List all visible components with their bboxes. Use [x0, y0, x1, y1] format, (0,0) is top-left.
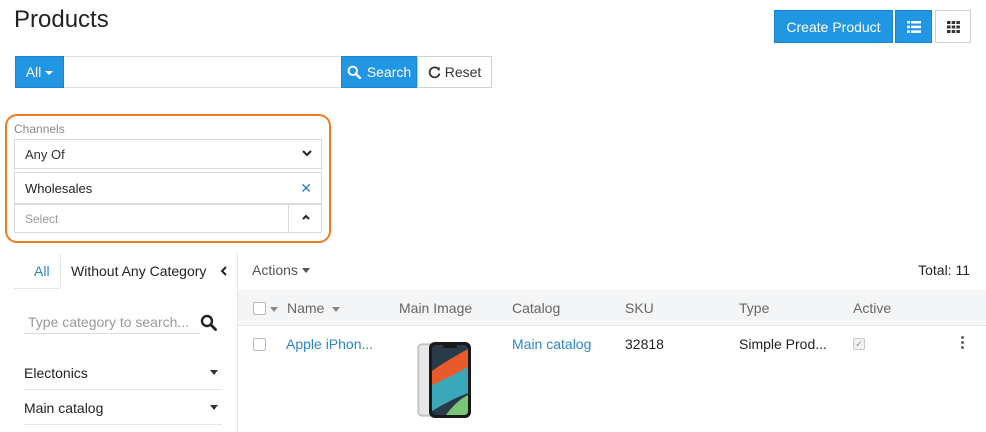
sku-value: 32818 — [625, 336, 664, 352]
tabs-underline — [14, 288, 60, 289]
refresh-icon — [428, 66, 441, 78]
column-header-name[interactable]: Name — [287, 300, 344, 316]
active-checkbox: ✓ — [853, 338, 865, 350]
row-checkbox[interactable] — [253, 338, 266, 351]
column-header-sku: SKU — [625, 300, 654, 316]
select-divider — [288, 205, 289, 232]
category-item-label: Electonics — [24, 364, 88, 381]
selected-channel-tag: Wholesales ✕ — [14, 172, 322, 204]
type-value: Simple Prod... — [739, 336, 827, 352]
sort-icon — [332, 306, 341, 312]
search-icon — [347, 65, 361, 79]
category-search-input[interactable] — [24, 310, 200, 334]
list-icon — [906, 20, 921, 33]
column-header-catalog: Catalog — [512, 300, 561, 316]
grid-icon — [946, 20, 960, 33]
product-name-link[interactable]: Apple iPhon... — [286, 336, 373, 352]
caret-down-icon — [45, 71, 54, 75]
caret-down-icon — [210, 405, 218, 410]
tab-all[interactable]: All — [34, 263, 50, 279]
search-scope-dropdown[interactable]: All — [15, 56, 64, 88]
search-scope-label: All — [25, 64, 42, 80]
chevron-up-icon[interactable] — [300, 211, 312, 225]
catalog-link[interactable]: Main catalog — [512, 336, 591, 352]
caret-down-icon — [210, 370, 218, 375]
remove-tag-icon[interactable]: ✕ — [300, 180, 312, 197]
channels-filter-label: Channels — [14, 122, 65, 136]
chevron-down-icon — [302, 150, 312, 157]
create-product-button[interactable]: Create Product — [774, 10, 893, 43]
list-view-button[interactable] — [895, 10, 932, 43]
category-item-label: Main catalog — [24, 399, 104, 416]
phone-image — [417, 342, 471, 418]
grid-view-button[interactable] — [935, 10, 971, 43]
select-all-checkbox[interactable] — [253, 302, 266, 315]
selected-channel-label: Wholesales — [25, 181, 93, 196]
actions-dropdown[interactable]: Actions — [252, 262, 314, 278]
caret-down-icon[interactable] — [270, 307, 278, 312]
search-button-label: Search — [366, 64, 412, 80]
search-icon[interactable] — [200, 314, 217, 331]
channel-select-placeholder: Select — [25, 212, 59, 226]
channel-select-input[interactable]: Select — [14, 204, 322, 233]
chevron-left-icon[interactable] — [219, 264, 229, 278]
tab-without-any-category[interactable]: Without Any Category — [60, 254, 237, 288]
search-input[interactable] — [64, 56, 341, 88]
page-title: Products — [14, 6, 109, 33]
sidebar-divider — [237, 253, 238, 432]
column-header-main-image: Main Image — [399, 300, 473, 316]
row-menu-icon[interactable] — [961, 336, 965, 351]
total-count: Total: 11 — [918, 262, 970, 278]
column-header-type: Type — [739, 300, 770, 316]
category-item-main-catalog[interactable]: Main catalog — [24, 391, 222, 425]
reset-button-label: Reset — [444, 64, 482, 80]
condition-select-value: Any Of — [25, 147, 65, 162]
search-button[interactable]: Search — [341, 56, 417, 88]
category-item-electonics[interactable]: Electonics — [24, 356, 222, 390]
caret-down-icon — [301, 267, 310, 273]
actions-label: Actions — [252, 262, 298, 278]
column-header-active: Active — [853, 300, 892, 316]
condition-select[interactable]: Any Of — [14, 139, 322, 169]
reset-button[interactable]: Reset — [417, 56, 492, 88]
